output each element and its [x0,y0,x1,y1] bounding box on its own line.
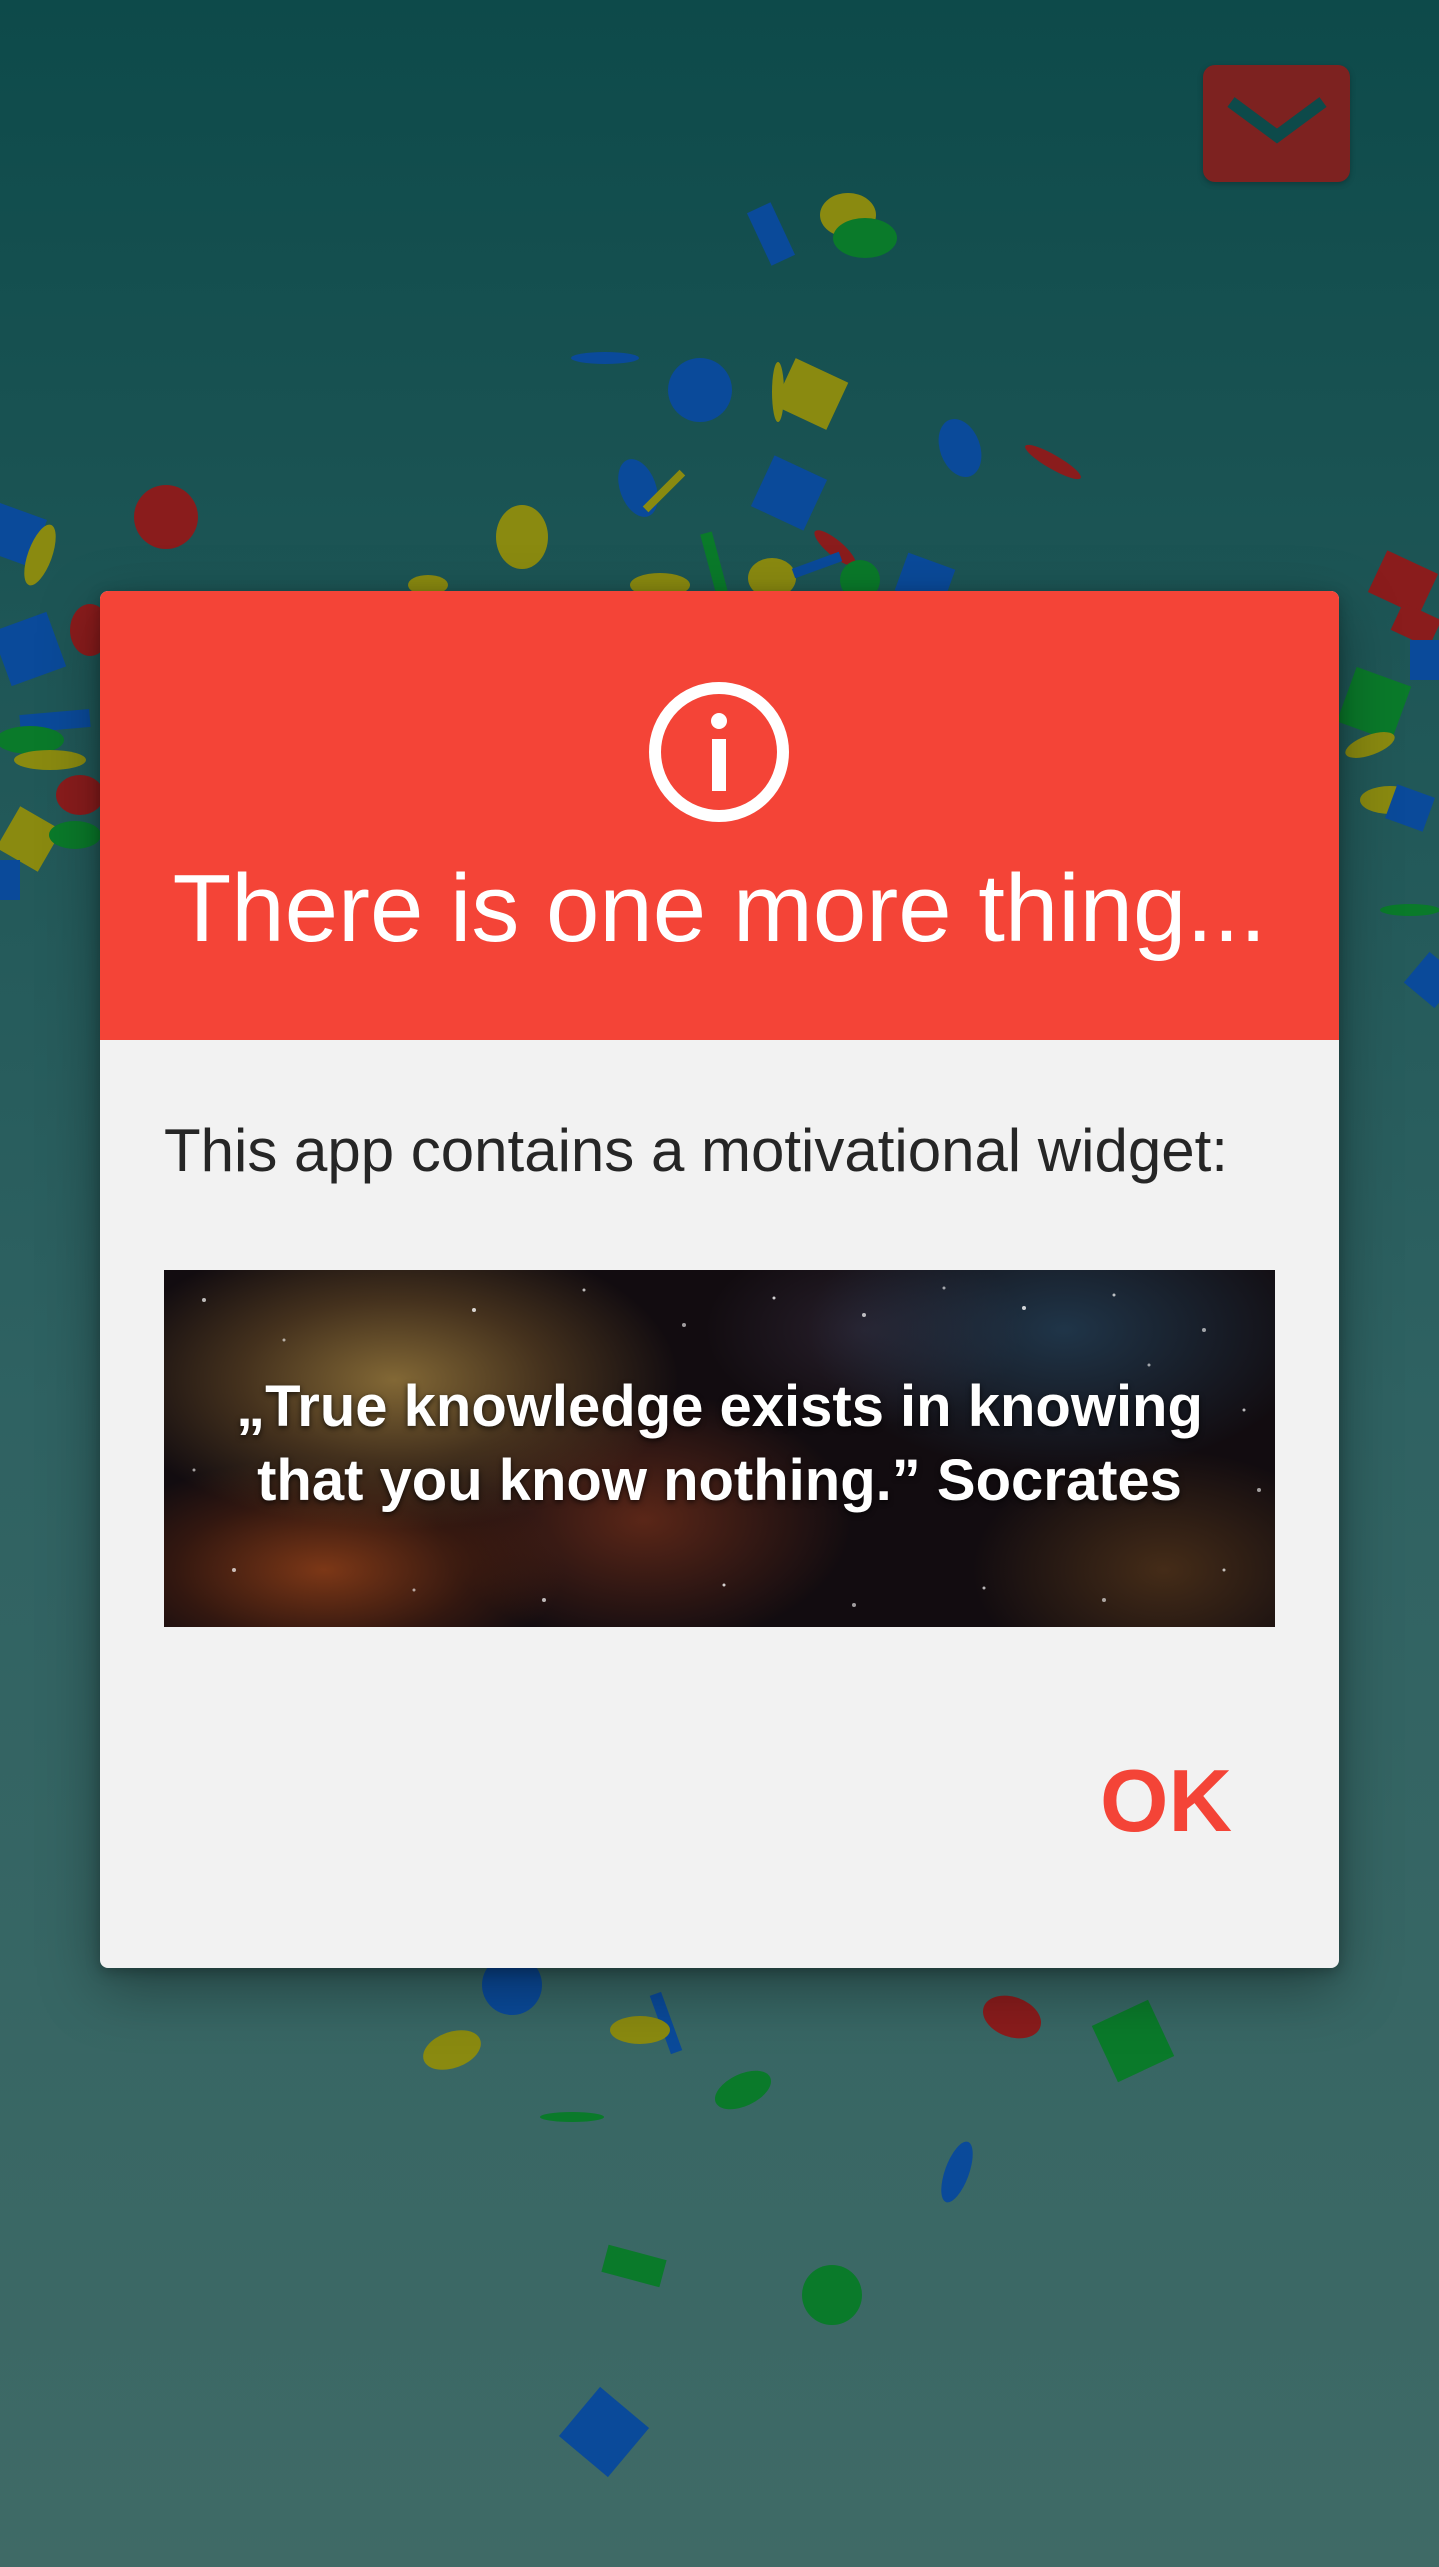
motivational-quote: „True knowledge exists in knowing that y… [164,1370,1275,1518]
info-dialog: There is one more thing... This app cont… [100,591,1339,1968]
widget-preview-image: „True knowledge exists in knowing that y… [164,1270,1275,1627]
quote-line-2: that you know nothing.” Socrates [257,1448,1182,1513]
ok-button[interactable]: OK [1100,1746,1300,1856]
dialog-message: This app contains a motivational widget: [164,1117,1228,1184]
envelope-icon [1226,96,1327,143]
dialog-title: There is one more thing... [172,855,1267,962]
dialog-header: There is one more thing... [100,591,1339,1040]
info-icon [649,682,789,822]
mail-button[interactable] [1203,65,1350,182]
app-screen: There is one more thing... This app cont… [0,0,1439,2567]
quote-line-1: „True knowledge exists in knowing [236,1374,1203,1439]
